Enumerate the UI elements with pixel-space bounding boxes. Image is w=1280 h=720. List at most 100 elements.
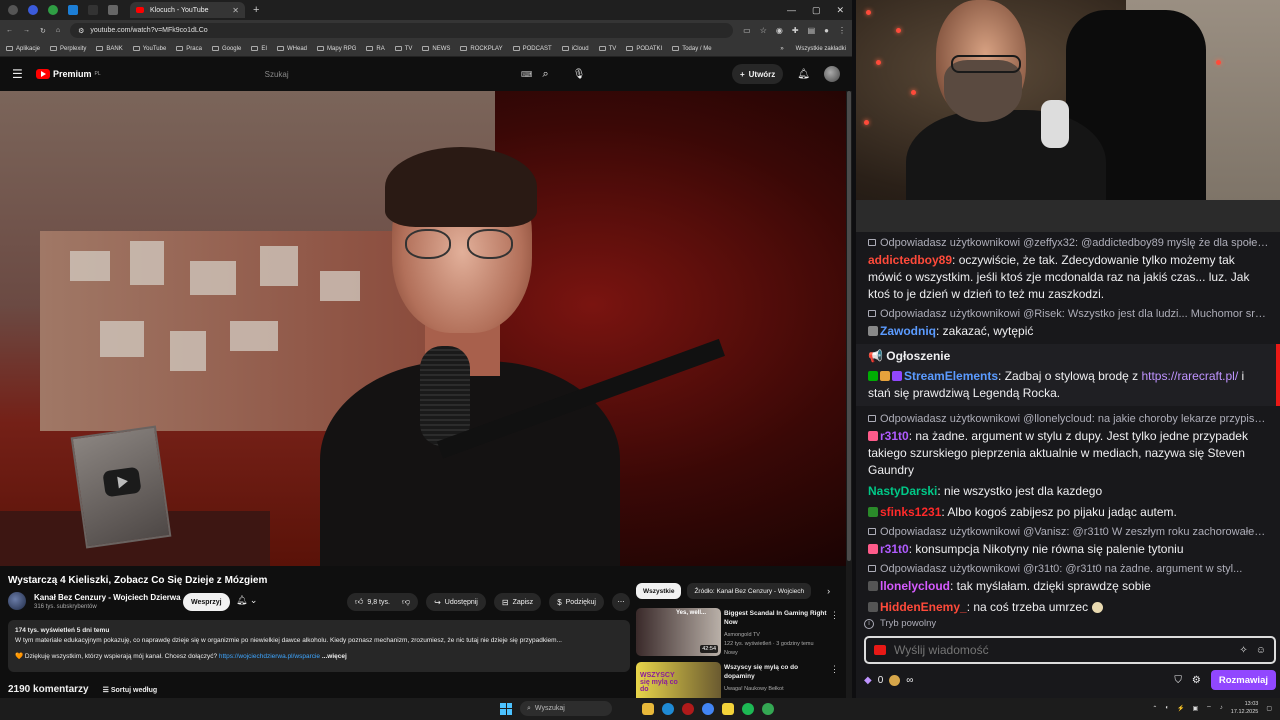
app-icon[interactable] [682, 702, 694, 715]
bookmark-item[interactable]: Google [211, 46, 241, 52]
clock[interactable]: 13:03 17.12.2025 [1231, 700, 1259, 716]
sidebar-icon[interactable]: ▤ [808, 26, 816, 35]
microphone-icon[interactable]: 🎙 [573, 69, 586, 80]
bookmark-item[interactable]: iCloud [561, 46, 589, 52]
bookmark-item[interactable]: TV [598, 46, 616, 52]
tab-search-icon[interactable] [8, 5, 18, 15]
emote-picker-icon[interactable]: ☺ [1256, 645, 1266, 656]
menu-icon[interactable]: ☰ [12, 67, 28, 81]
search-icon[interactable]: ⌕ [542, 68, 548, 81]
minimize-button[interactable]: — [787, 5, 796, 16]
chat-settings-icon[interactable]: ⚙ [1192, 675, 1201, 686]
volume-icon[interactable]: ♪ [1220, 705, 1223, 711]
description-box[interactable]: 174 tys. wyświetleń 5 dni temu W tym mat… [8, 620, 630, 672]
video-player[interactable] [0, 91, 846, 566]
sort-button[interactable]: ☰ Sortuj według [103, 686, 158, 694]
chrome-icon[interactable] [702, 702, 714, 715]
chat-username[interactable]: Zawodniq [880, 324, 936, 338]
pinned-tab-icon[interactable] [48, 5, 58, 15]
chevron-right-icon[interactable]: › [827, 586, 830, 596]
more-options-icon[interactable]: ⋮ [830, 610, 839, 621]
bookmark-item[interactable]: YouTube [132, 46, 166, 52]
channel-name[interactable]: Kanał Bez Cenzury - Wojciech Dzierwa [34, 593, 181, 602]
thanks-button[interactable]: $ Podziękuj [549, 593, 604, 611]
new-tab-button[interactable]: + [253, 4, 259, 16]
search-box[interactable]: Szukaj ⌨ ⌕ [255, 63, 549, 85]
recommendation-item[interactable]: WSZYSCY się mylą co do Wszyscy się mylą … [636, 662, 841, 698]
tray-app-icon[interactable]: ◐ [1165, 705, 1169, 711]
reload-icon[interactable]: ↻ [40, 27, 46, 35]
chat-input[interactable] [894, 643, 1232, 657]
message-link[interactable]: https://rarecraft.pl/ [1141, 369, 1238, 383]
chat-username[interactable]: llonelycloud [880, 579, 950, 593]
subscription-bell-icon[interactable]: 🔔︎ ⌄ [236, 595, 257, 606]
chrome-profile-icon[interactable] [762, 702, 774, 715]
chat-username[interactable]: r31t0 [880, 542, 909, 556]
chat-username[interactable]: StreamElements [904, 369, 998, 383]
bookmark-item[interactable]: Perplexity [50, 46, 86, 52]
bookmark-item[interactable]: NEWS [422, 46, 450, 52]
cast-icon[interactable]: ▭ [743, 26, 751, 35]
mod-shield-icon[interactable]: ⛉ [1174, 675, 1182, 686]
spotify-icon[interactable] [742, 702, 754, 715]
extensions-puzzle-icon[interactable]: ✚ [792, 26, 799, 35]
bookmark-star-icon[interactable]: ☆ [760, 26, 767, 35]
url-field[interactable]: ⚙ youtube.com/watch?v=MFk9co1dLCo [70, 23, 734, 38]
tab-youtube[interactable]: Klocuch - YouTube ✕ [130, 2, 245, 18]
thumbs-down-icon[interactable]: 👎︎ [402, 597, 410, 607]
description-more[interactable]: ...więcej [322, 653, 347, 660]
profile-avatar-icon[interactable]: ● [824, 26, 829, 35]
close-tab-icon[interactable]: ✕ [232, 6, 239, 15]
maximize-button[interactable]: ▢ [812, 5, 821, 16]
bookmark-item[interactable]: WHead [277, 46, 307, 52]
forward-icon[interactable]: → [23, 27, 30, 34]
channel-points[interactable]: ◆ 0 ∞ [864, 674, 913, 686]
chat-username[interactable]: r31t0 [880, 429, 909, 443]
support-button[interactable]: Wesprzyj [183, 593, 230, 611]
share-button[interactable]: ↪ Udostępnij [426, 593, 486, 611]
create-button[interactable]: + Utwórz [731, 64, 784, 84]
chat-send-button[interactable]: Rozmawiaj [1210, 670, 1276, 690]
bookmark-item[interactable]: TV [394, 46, 412, 52]
chat-username[interactable]: sfinks1231 [880, 505, 941, 519]
recommendation-item[interactable]: Yes, well... 42:54 Biggest Scandal In Ga… [636, 608, 841, 660]
chat-username[interactable]: NastyDarski [868, 484, 937, 498]
bookmark-item[interactable]: BANK [96, 46, 123, 52]
like-button[interactable]: 👍︎ 9,8 tys. 👎︎ [347, 593, 419, 611]
start-icon[interactable] [500, 702, 512, 715]
tray-app-icon[interactable]: ▣ [1192, 705, 1198, 712]
file-explorer-icon[interactable] [642, 702, 654, 715]
notifications-bell-icon[interactable]: 🔔︎ [797, 69, 810, 80]
save-button[interactable]: ⊟ Zapisz [493, 593, 542, 611]
tray-overflow-icon[interactable]: ⌃ [1152, 705, 1157, 712]
bookmark-item[interactable]: PODCAST [512, 46, 552, 52]
home-icon[interactable]: ⌂ [56, 27, 60, 34]
more-actions-button[interactable]: ⋯ [612, 593, 630, 611]
bookmark-item[interactable]: EI [251, 46, 267, 52]
all-bookmarks-button[interactable]: Wszystkie zakładki [796, 46, 846, 52]
search-input[interactable]: Szukaj [265, 70, 289, 79]
back-icon[interactable]: ← [6, 27, 13, 34]
chip-all[interactable]: Wszystkie [636, 583, 682, 599]
pinned-tab-icon[interactable] [68, 5, 78, 15]
bookmark-item[interactable]: Today / Me [672, 46, 712, 52]
notes-icon[interactable] [722, 702, 734, 715]
taskbar-search[interactable]: ⌕ Wyszukaj [520, 701, 612, 716]
edge-icon[interactable] [662, 702, 674, 715]
site-info-icon[interactable]: ⚙ [78, 27, 84, 35]
description-link[interactable]: https://wojciechdzierwa.pl/wsparcie [219, 653, 320, 660]
bits-icon[interactable]: ✧ [1239, 645, 1247, 656]
chat-username[interactable]: HiddenEnemy_ [880, 600, 967, 614]
chat-username[interactable]: addictedboy89 [868, 253, 952, 267]
chat-input-box[interactable]: ✧ ☺ [864, 636, 1276, 664]
account-avatar[interactable] [824, 66, 840, 82]
more-options-icon[interactable]: ⋮ [830, 664, 839, 675]
bookmark-item[interactable]: Praca [176, 46, 202, 52]
profile-icon[interactable] [28, 5, 38, 15]
bookmark-item[interactable]: RA [366, 46, 385, 52]
notifications-icon[interactable]: ▢ [1266, 705, 1272, 712]
bookmark-item[interactable]: Mapy RPG [317, 46, 356, 52]
audio-tab-icon[interactable] [108, 5, 118, 15]
youtube-logo[interactable]: Premium PL [36, 69, 101, 79]
browser-menu-icon[interactable]: ⋮ [838, 26, 846, 35]
